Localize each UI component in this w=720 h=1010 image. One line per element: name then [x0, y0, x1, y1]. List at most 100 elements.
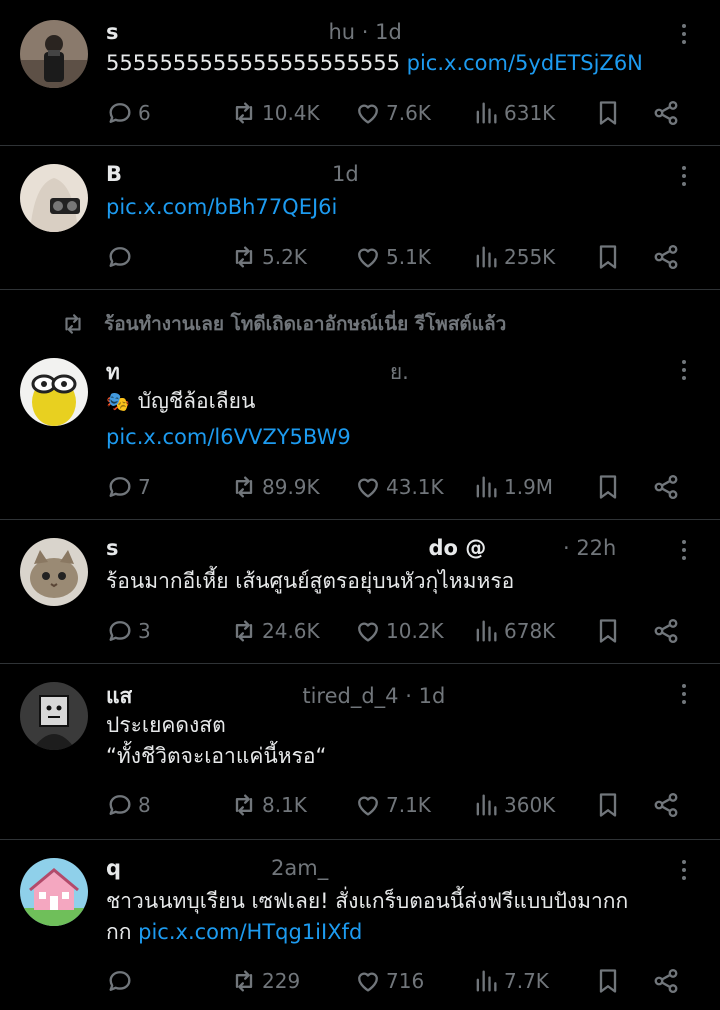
author-handle[interactable]: 2am_	[271, 856, 328, 880]
tweet-text: 🎭 บัญชีล้อเลียน pic.x.com/l6VVZY5BW9	[106, 386, 680, 453]
author-handle[interactable]: hu	[329, 20, 356, 44]
share-button[interactable]	[652, 96, 680, 130]
reply-button[interactable]: 8	[106, 788, 151, 822]
avatar[interactable]	[20, 164, 88, 232]
tweet-header: s do @ · 22h	[106, 536, 617, 560]
reply-button[interactable]	[106, 964, 138, 998]
reply-icon	[109, 795, 131, 815]
tweet[interactable]: s hu · 1d 5555555555555555555555 pic.x.co…	[0, 0, 720, 146]
more-options-icon[interactable]	[674, 162, 694, 190]
views-button[interactable]: 1.9M	[472, 470, 553, 504]
reply-button[interactable]: 6	[106, 96, 151, 130]
reply-button[interactable]: 7	[106, 470, 151, 504]
bookmark-icon	[599, 101, 617, 125]
like-button[interactable]: 716	[354, 964, 424, 998]
tweet-text: 5555555555555555555555 pic.x.com/5ydETSj…	[106, 48, 680, 79]
avatar[interactable]	[20, 682, 88, 750]
author-name[interactable]: q	[106, 856, 121, 880]
timestamp[interactable]: 1d	[419, 684, 446, 708]
reply-icon	[109, 971, 131, 991]
reply-button[interactable]	[106, 240, 138, 274]
like-button[interactable]: 7.6K	[354, 96, 431, 130]
tweet-body: ประเยคดงสต	[106, 713, 226, 737]
more-options-icon[interactable]	[674, 536, 694, 564]
media-link[interactable]: pic.x.com/HTqg1iIXfd	[138, 920, 362, 944]
views-button[interactable]: 360K	[472, 788, 555, 822]
like-button[interactable]: 7.1K	[354, 788, 431, 822]
view-count: 360K	[504, 793, 556, 817]
repost-button[interactable]: 8.1K	[230, 788, 307, 822]
like-button[interactable]: 5.1K	[354, 240, 431, 274]
share-button[interactable]	[652, 964, 680, 998]
author-handle[interactable]: do @	[429, 536, 487, 560]
bookmark-button[interactable]	[594, 240, 622, 274]
media-link[interactable]: pic.x.com/bBh77QEJ6i	[106, 195, 337, 219]
bookmark-button[interactable]	[594, 788, 622, 822]
tweet-actions: 5.2K 5.1K 255K	[106, 240, 696, 274]
tweet[interactable]: แส tired_d_4 · 1d ประเยคดงสต “ทั้งชีวิตจะ…	[0, 664, 720, 840]
more-options-icon[interactable]	[674, 680, 694, 708]
bookmark-button[interactable]	[594, 964, 622, 998]
repost-button[interactable]: 229	[230, 964, 300, 998]
repost-count: 10.4K	[262, 101, 320, 125]
media-link[interactable]: pic.x.com/l6VVZY5BW9	[106, 425, 351, 449]
reply-button[interactable]: 3	[106, 614, 151, 648]
tweet[interactable]: q 2am_ ชาวนนทบุเรียน เซฟเลย! สั่งแกร็บตอน…	[0, 840, 720, 1010]
like-count: 7.1K	[386, 793, 431, 817]
repost-icon	[235, 620, 253, 642]
bookmark-button[interactable]	[594, 470, 622, 504]
author-name[interactable]: s	[106, 536, 119, 560]
bookmark-icon	[599, 619, 617, 643]
author-handle[interactable]: ย.	[390, 360, 409, 384]
author-name[interactable]: s	[106, 20, 119, 44]
avatar[interactable]	[20, 538, 88, 606]
views-icon	[476, 970, 497, 992]
views-button[interactable]: 678K	[472, 614, 555, 648]
timestamp[interactable]: 22h	[576, 536, 616, 560]
share-button[interactable]	[652, 240, 680, 274]
heart-icon	[358, 622, 378, 642]
views-button[interactable]: 7.7K	[472, 964, 549, 998]
share-button[interactable]	[652, 788, 680, 822]
tweet[interactable]: ทย. 🎭 บัญชีล้อเลียน pic.x.com/l6VVZY5BW9 …	[0, 290, 720, 520]
tweet-body-line-2: “ทั้งชีวิตจะเอาแค่นี้หรอ“	[106, 744, 327, 768]
more-options-icon[interactable]	[674, 356, 694, 384]
repost-icon	[235, 970, 253, 992]
more-options-icon[interactable]	[674, 856, 694, 884]
views-icon	[476, 476, 497, 498]
repost-button[interactable]: 24.6K	[230, 614, 320, 648]
reply-icon	[109, 621, 131, 641]
avatar[interactable]	[20, 20, 88, 88]
reply-icon	[109, 247, 131, 267]
tweet-body: 5555555555555555555555	[106, 51, 400, 75]
repost-button[interactable]: 10.4K	[230, 96, 320, 130]
parody-label: บัญชีล้อเลียน	[137, 389, 256, 413]
tweet[interactable]: B 1d pic.x.com/bBh77QEJ6i 5.2K 5.1K 255K	[0, 146, 720, 290]
tweet[interactable]: s do @ · 22h ร้อนมากอีเหี้ย เส้นศูนย์สูตร…	[0, 520, 720, 664]
repost-button[interactable]: 89.9K	[230, 470, 320, 504]
timestamp[interactable]: 1d	[375, 20, 402, 44]
more-options-icon[interactable]	[674, 20, 694, 48]
timestamp[interactable]: 1d	[332, 162, 359, 186]
repost-icon	[235, 794, 253, 816]
tweet-actions: 7 89.9K 43.1K 1.9M	[106, 470, 696, 504]
author-name[interactable]: แส	[106, 684, 132, 708]
bookmark-button[interactable]	[594, 614, 622, 648]
views-button[interactable]: 255K	[472, 240, 555, 274]
views-button[interactable]: 631K	[472, 96, 555, 130]
share-button[interactable]	[652, 614, 680, 648]
tweet-actions: 8 8.1K 7.1K 360K	[106, 788, 696, 822]
view-count: 631K	[504, 101, 556, 125]
share-button[interactable]	[652, 470, 680, 504]
like-button[interactable]: 10.2K	[354, 614, 444, 648]
like-button[interactable]: 43.1K	[354, 470, 444, 504]
media-link[interactable]: pic.x.com/5ydETSjZ6N	[407, 51, 643, 75]
bookmark-button[interactable]	[594, 96, 622, 130]
author-name[interactable]: B	[106, 162, 122, 186]
avatar[interactable]	[20, 358, 88, 426]
reply-count: 7	[138, 475, 151, 499]
author-name[interactable]: ท	[106, 360, 120, 384]
repost-button[interactable]: 5.2K	[230, 240, 307, 274]
author-handle[interactable]: tired_d_4	[302, 684, 398, 708]
avatar[interactable]	[20, 858, 88, 926]
